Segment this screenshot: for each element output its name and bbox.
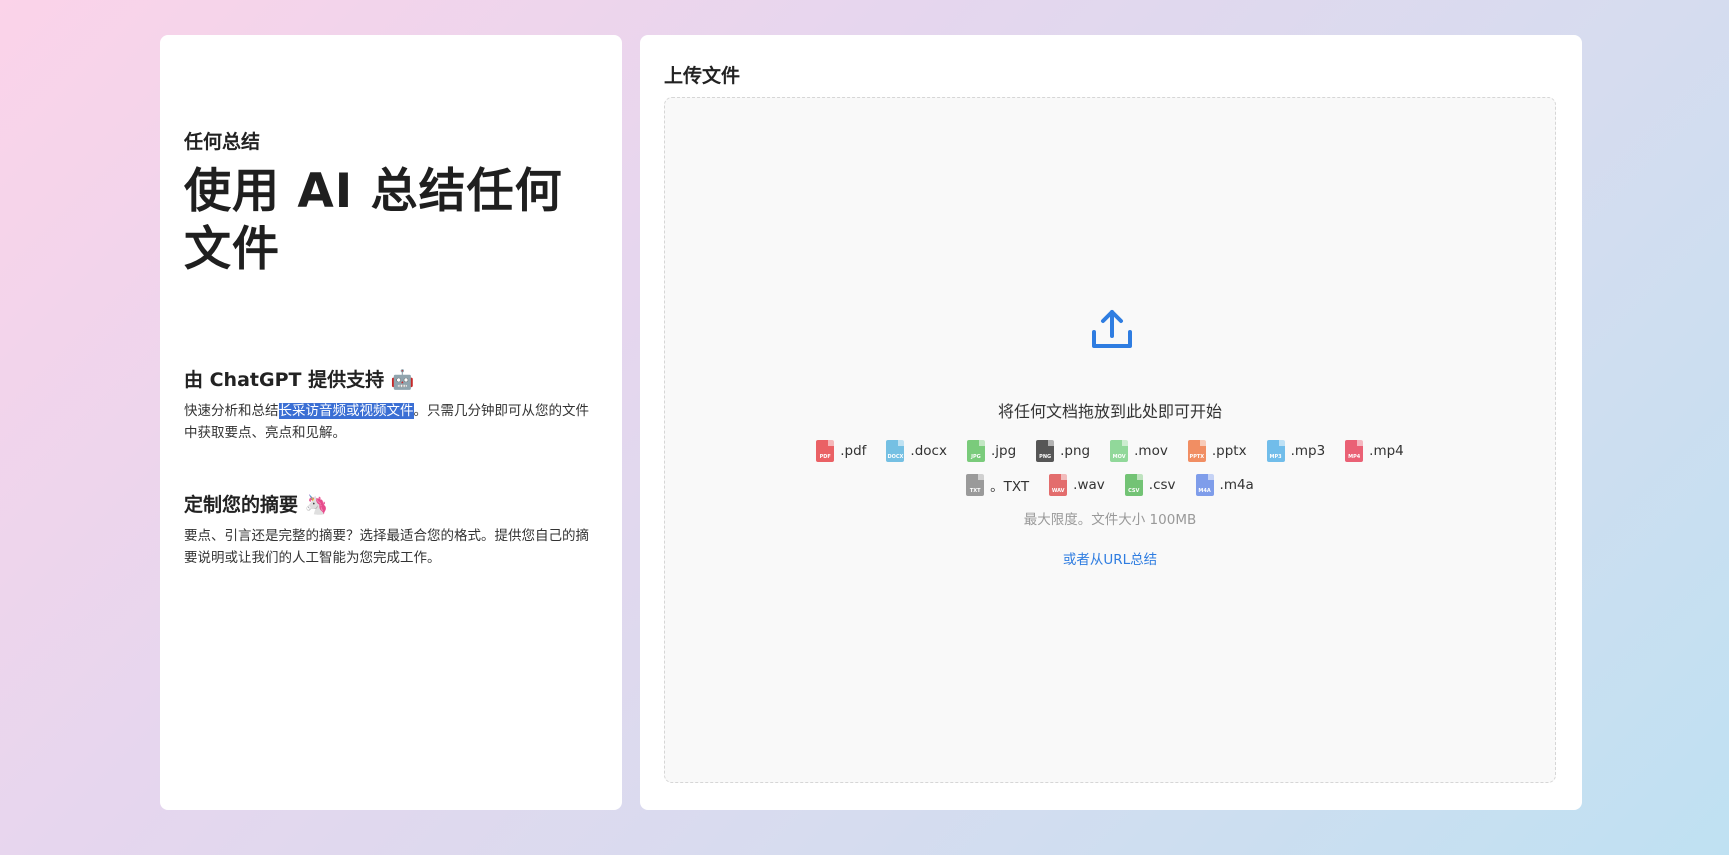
- feature-desc-powered-start: 快速分析和总结: [184, 403, 279, 419]
- file-types-row-2: TXT 。TXT WAV .wav CSV .csv M4A .m4a: [665, 474, 1555, 496]
- file-type-label: .docx: [910, 443, 947, 459]
- file-type-icon-tag: M4A: [1198, 488, 1211, 494]
- file-type-item: TXT 。TXT: [966, 474, 1029, 496]
- upload-panel: 上传文件 将任何文档拖放到此处即可开始 PDF .pdf DOCX .docx JPG.…: [640, 35, 1582, 810]
- feature-title-customize: 定制您的摘要 🦄: [184, 494, 329, 516]
- file-type-icon-tag: JPG: [971, 454, 981, 460]
- file-type-icon: PPTX: [1187, 440, 1206, 462]
- file-type-item: MOV .mov: [1110, 440, 1168, 462]
- size-limit-text: 最大限度。文件大小 100MB: [1023, 512, 1197, 528]
- file-type-label: .csv: [1148, 477, 1176, 493]
- summarize-from-url-link[interactable]: 或者从URL总结: [665, 548, 1555, 568]
- file-type-item: PPTX .pptx: [1187, 440, 1247, 462]
- file-dropzone[interactable]: 将任何文档拖放到此处即可开始 PDF .pdf DOCX .docx JPG .jpg PN…: [664, 97, 1556, 783]
- file-type-label: .mov: [1134, 443, 1168, 459]
- file-type-icon-tag: CSV: [1128, 488, 1140, 494]
- file-type-item: MP3 .mp3: [1266, 440, 1326, 462]
- file-type-item: PDF .pdf: [816, 440, 866, 462]
- file-type-label: .jpg: [990, 443, 1017, 459]
- file-type-icon: PNG: [1036, 440, 1055, 462]
- file-type-label: .png: [1060, 443, 1091, 459]
- file-type-icon: MP4: [1345, 440, 1364, 462]
- file-type-icon: MP3: [1266, 440, 1285, 462]
- upload-title: 上传文件: [664, 65, 741, 87]
- file-type-icon-tag: DOCX: [887, 454, 904, 460]
- hero-title: 使用 AI 总结任何文件: [184, 164, 563, 277]
- selected-text-highlight: 长采访音频或视频文件: [278, 403, 414, 419]
- file-type-icon-tag: MOV: [1112, 454, 1126, 460]
- file-type-icon-tag: MP4: [1348, 454, 1361, 460]
- file-type-label: .pptx: [1211, 443, 1247, 459]
- intro-panel: 任何总结 使用 AI 总结任何文件 由 ChatGPT 提供支持 🤖 快速分析和…: [160, 35, 622, 810]
- file-type-icon-tag: WAV: [1051, 488, 1065, 494]
- file-type-icon: CSV: [1124, 474, 1143, 496]
- drop-instruction: 将任何文档拖放到此处即可开始: [997, 402, 1222, 421]
- file-type-item: DOCX .docx: [886, 440, 947, 462]
- file-type-item: WAV .wav: [1049, 474, 1105, 496]
- file-type-item: M4A .m4a: [1195, 474, 1254, 496]
- file-type-icon-tag: PNG: [1039, 454, 1052, 460]
- file-type-item: PNG .png: [1036, 440, 1090, 462]
- file-type-label: .mp3: [1290, 443, 1326, 459]
- feature-title-powered: 由 ChatGPT 提供支持 🤖: [184, 369, 415, 391]
- file-type-icon: JPG: [966, 440, 985, 462]
- file-type-label: .pdf: [840, 443, 867, 459]
- file-type-label: .m4a: [1219, 477, 1254, 493]
- file-type-icon-tag: PPTX: [1189, 454, 1205, 460]
- file-type-icon: M4A: [1195, 474, 1214, 496]
- file-types-row-1: PDF .pdf DOCX .docx JPG .jpg PNG .png MOV .mov PPT…: [665, 440, 1555, 462]
- upload-icon[interactable]: [1090, 308, 1134, 352]
- feature-desc-customize: 要点、引言还是完整的摘要？选择最适合您的格式。提供您自己的摘要说明或让我们的人工…: [184, 528, 589, 566]
- file-type-item: MP4 .mp4: [1345, 440, 1404, 462]
- file-type-icon: DOCX: [886, 440, 905, 462]
- eyebrow-title: 任何总结: [184, 131, 261, 153]
- file-type-icon: PDF: [816, 440, 835, 462]
- feature-desc-powered: 快速分析和总结长采访音频或视频文件。只需几分钟即可从您的文件中获取要点、亮点和见…: [184, 400, 594, 444]
- file-type-icon: TXT: [966, 474, 985, 496]
- file-type-icon-tag: PDF: [819, 454, 831, 460]
- file-type-label: .wav: [1073, 477, 1105, 493]
- file-type-icon: MOV: [1110, 440, 1129, 462]
- file-type-label: 。TXT: [990, 479, 1030, 495]
- file-type-label: .mp4: [1369, 443, 1404, 459]
- file-type-icon: WAV: [1049, 474, 1068, 496]
- file-type-item: CSV .csv: [1124, 474, 1176, 496]
- file-type-icon-tag: MP3: [1269, 454, 1282, 460]
- file-type-item: JPG .jpg: [966, 440, 1017, 462]
- file-type-icon-tag: TXT: [969, 488, 981, 494]
